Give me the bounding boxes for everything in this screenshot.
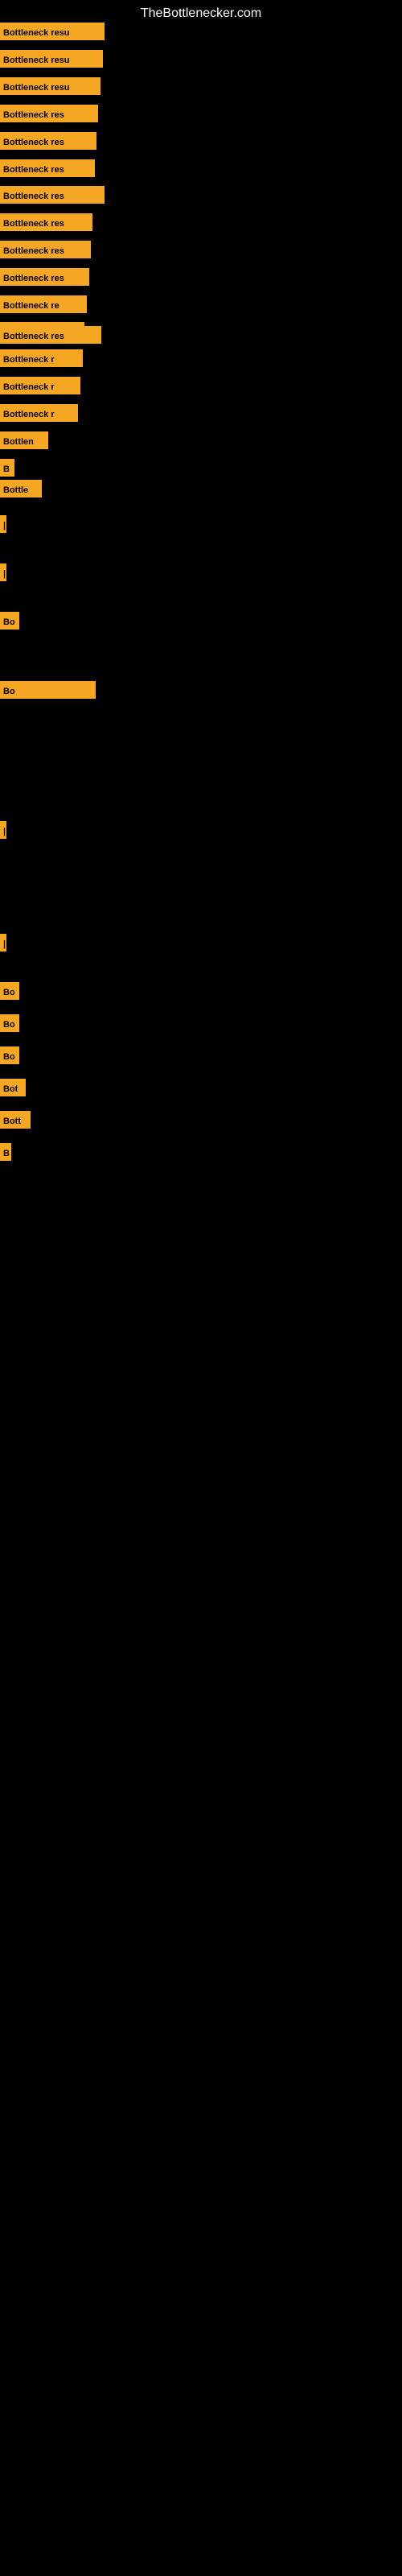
- bar-item-30: B: [0, 1143, 11, 1161]
- bar-item-26: Bo: [0, 681, 96, 699]
- bar-item-18: Bottle: [0, 480, 42, 497]
- bar-item-20: |: [0, 564, 6, 581]
- bar-item-4: Bottleneck res: [0, 132, 96, 150]
- bar-item-0: Bottleneck resu: [0, 23, 105, 40]
- bar-item-27: Bo: [0, 1046, 19, 1064]
- bar-item-19: |: [0, 515, 6, 533]
- bar-item-7: Bottleneck res: [0, 213, 92, 231]
- bar-item-12: Bottleneck res: [0, 326, 101, 344]
- bar-item-13: Bottleneck r: [0, 349, 83, 367]
- bar-item-14: Bottleneck r: [0, 377, 80, 394]
- bar-item-3: Bottleneck res: [0, 105, 98, 122]
- bar-item-5: Bottleneck res: [0, 159, 95, 177]
- bar-item-21: Bo: [0, 612, 19, 630]
- bar-item-8: Bottleneck res: [0, 241, 91, 258]
- bar-item-2: Bottleneck resu: [0, 77, 100, 95]
- bar-item-24: Bo: [0, 982, 19, 1000]
- bar-item-10: Bottleneck re: [0, 295, 87, 313]
- bar-item-1: Bottleneck resu: [0, 50, 103, 68]
- bar-item-23: |: [0, 934, 6, 952]
- bar-item-28: Bot: [0, 1079, 26, 1096]
- bar-item-25: Bo: [0, 1014, 19, 1032]
- bar-item-15: Bottleneck r: [0, 404, 78, 422]
- bar-item-22: |: [0, 821, 6, 839]
- bar-item-16: Bottlen: [0, 431, 48, 449]
- bar-item-17: B: [0, 459, 14, 477]
- bar-item-9: Bottleneck res: [0, 268, 89, 286]
- bar-item-6: Bottleneck res: [0, 186, 105, 204]
- bar-item-29: Bott: [0, 1111, 31, 1129]
